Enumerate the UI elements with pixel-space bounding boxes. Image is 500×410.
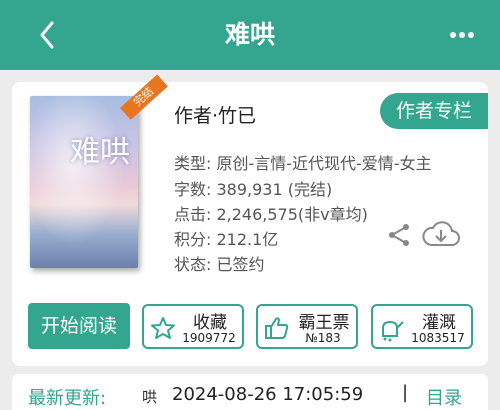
vote-label: 霸王票 — [298, 313, 350, 333]
water-label: 灌溉 — [422, 313, 456, 333]
download-button[interactable] — [422, 219, 460, 249]
cloud-download-icon — [422, 221, 460, 246]
latest-chapter[interactable]: 哄 — [142, 386, 157, 407]
book-type: 类型: 原创-言情-近代现代-爱情-女主 — [174, 154, 432, 173]
author-name[interactable]: 作者·竹已 — [174, 101, 256, 128]
divider: | — [402, 382, 409, 403]
latest-update-time: 2024-08-26 17:05:59 — [172, 384, 364, 405]
water-button[interactable]: 灌溉 1083517 — [371, 304, 473, 349]
author-column-button[interactable]: 作者专栏 — [380, 93, 488, 129]
more-button[interactable] — [450, 24, 474, 46]
book-points: 积分: 212.1亿 — [174, 230, 279, 249]
book-word-count: 字数: 389,931 (完结) — [174, 180, 333, 199]
start-reading-button[interactable]: 开始阅读 — [28, 303, 130, 349]
vote-count: №183 — [305, 331, 341, 345]
watering-can-icon — [382, 320, 404, 342]
favorite-button[interactable]: 收藏 1909772 — [142, 304, 244, 349]
cover-calligraphy: 难哄 — [70, 135, 130, 170]
book-status: 状态: 已签约 — [174, 255, 265, 274]
top-bar: 难哄 — [0, 0, 500, 70]
page-title: 难哄 — [224, 20, 275, 49]
latest-update-bar: 最新更新: 哄 2024-08-26 17:05:59 | 目录 — [12, 374, 488, 410]
vote-button[interactable]: 霸王票 №183 — [256, 304, 358, 349]
star-icon — [151, 317, 175, 339]
favorite-count: 1909772 — [182, 331, 236, 345]
table-of-contents-link[interactable]: 目录 — [426, 384, 462, 410]
cover-art — [30, 96, 138, 268]
more-dots-icon — [450, 32, 474, 38]
book-cover[interactable]: 难哄 — [30, 96, 138, 268]
water-count: 1083517 — [411, 331, 465, 345]
favorite-label: 收藏 — [193, 313, 227, 333]
latest-update-label: 最新更新: — [28, 388, 107, 409]
share-icon — [389, 224, 409, 246]
book-clicks: 点击: 2,246,575(非v章均) — [174, 205, 368, 224]
share-button[interactable] — [387, 223, 411, 247]
thumbs-up-icon — [265, 317, 289, 339]
